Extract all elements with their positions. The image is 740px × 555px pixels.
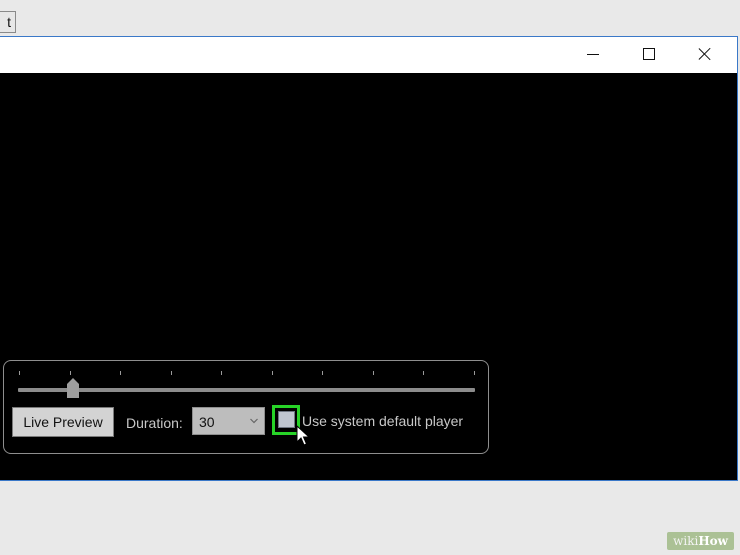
close-icon (698, 47, 712, 61)
default-player-checkbox[interactable] (278, 411, 295, 428)
background-tab[interactable]: t (0, 11, 16, 33)
slider-tick (322, 371, 323, 375)
watermark-wiki: wiki (673, 534, 699, 548)
slider-ticks (19, 371, 475, 377)
minimize-button[interactable] (565, 37, 621, 71)
slider-thumb-icon (67, 378, 79, 398)
duration-value: 30 (199, 414, 215, 430)
slider-tick (272, 371, 273, 375)
seek-slider-thumb[interactable] (67, 378, 79, 398)
seek-slider-track[interactable] (18, 388, 475, 392)
slider-tick (221, 371, 222, 375)
slider-tick (423, 371, 424, 375)
close-button[interactable] (677, 37, 733, 71)
slider-tick (474, 371, 475, 375)
controls-panel: Live Preview Duration: 30 Use system def… (3, 360, 489, 454)
mouse-pointer-icon (296, 425, 310, 447)
minimize-icon (587, 53, 599, 55)
maximize-icon (643, 48, 655, 60)
chevron-down-icon (250, 418, 258, 424)
slider-tick (373, 371, 374, 375)
background-tab-label: t (7, 14, 11, 30)
live-preview-button[interactable]: Live Preview (12, 407, 114, 437)
title-bar[interactable] (0, 37, 737, 73)
wikihow-watermark: wikiHow (667, 532, 734, 550)
slider-tick (19, 371, 20, 375)
screen: t Live Preview Duration: 30 Use system d… (0, 0, 740, 555)
maximize-button[interactable] (621, 37, 677, 71)
watermark-how: How (698, 534, 728, 548)
default-player-label[interactable]: Use system default player (302, 413, 463, 429)
slider-tick (70, 371, 71, 375)
live-preview-label: Live Preview (23, 414, 103, 430)
duration-dropdown[interactable]: 30 (192, 407, 265, 435)
slider-tick (120, 371, 121, 375)
duration-label: Duration: (126, 415, 183, 431)
slider-tick (171, 371, 172, 375)
